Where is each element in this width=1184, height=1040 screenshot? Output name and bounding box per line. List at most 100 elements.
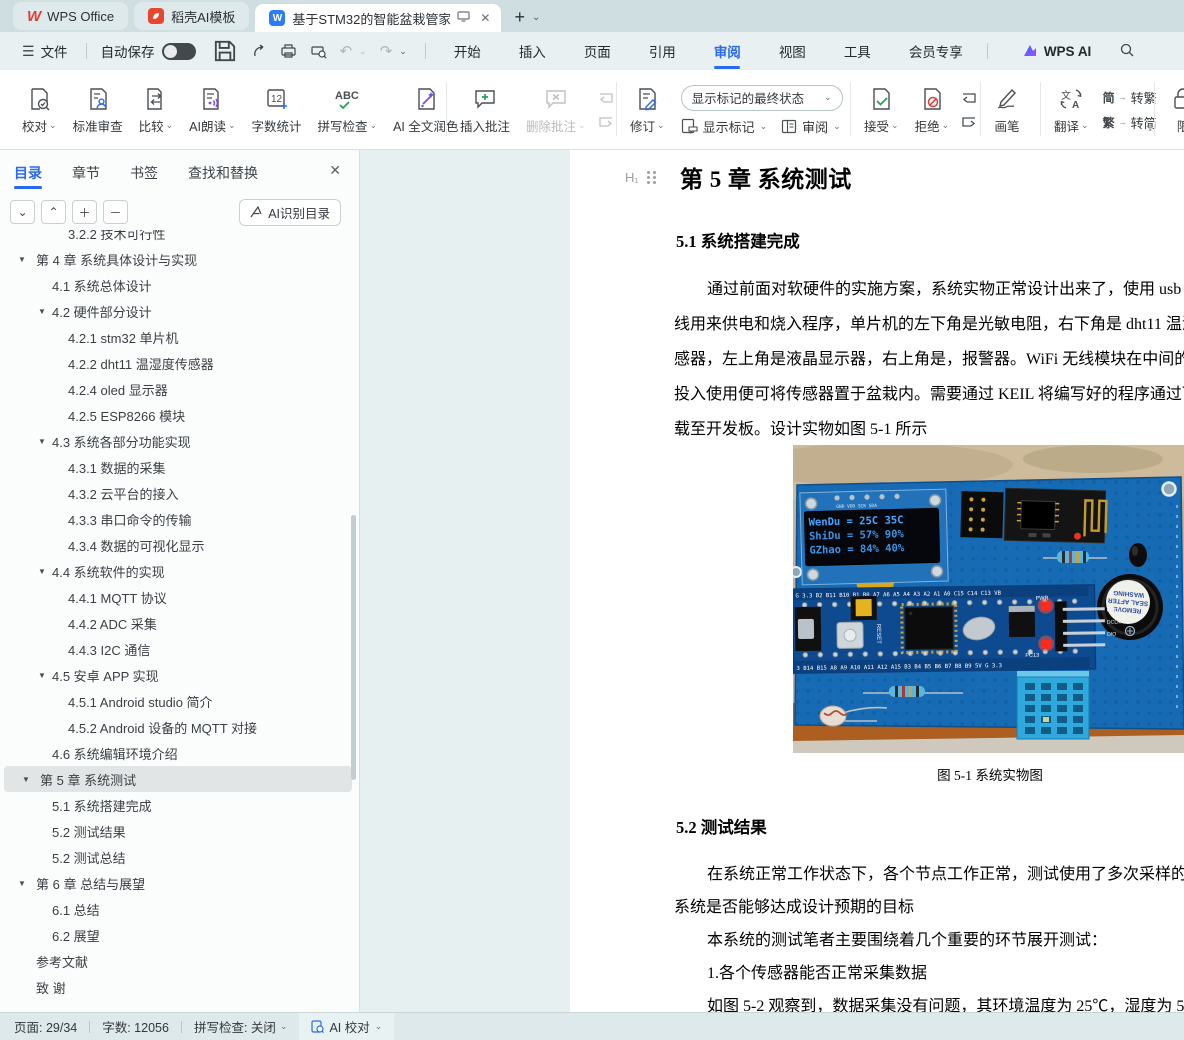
collapse-arrow-icon[interactable]: ▼ <box>22 775 30 784</box>
close-sidebar-icon[interactable]: ✕ <box>329 162 341 179</box>
redo-icon[interactable]: ↷ <box>380 42 393 60</box>
expand-down-button[interactable]: ⌄ <box>10 200 35 224</box>
review-pane-button[interactable]: 审阅⌄ <box>781 117 841 136</box>
toc-item[interactable]: 4.4.2 ADC 采集 <box>0 610 356 636</box>
toc-item[interactable]: 4.2.2 dht11 温湿度传感器 <box>0 350 356 376</box>
next-change-icon[interactable] <box>959 114 979 130</box>
tab-member[interactable]: 会员专享 <box>907 35 965 67</box>
brush-button[interactable]: 画笔 <box>986 82 1028 139</box>
toc-item[interactable]: ▼第 6 章 总结与展望 <box>0 870 356 896</box>
delete-comment-button[interactable]: 删除批注⌄ <box>518 82 594 139</box>
collapse-all-button[interactable]: － <box>103 200 128 224</box>
chevron-down-icon[interactable]: ⌄ <box>529 12 543 23</box>
tab-view[interactable]: 视图 <box>777 35 808 67</box>
print-icon[interactable] <box>280 43 297 59</box>
tab-tools[interactable]: 工具 <box>842 35 873 67</box>
toc-item[interactable]: 4.6 系统编辑环境介绍 <box>0 740 356 766</box>
toc-item[interactable]: 4.3.1 数据的采集 <box>0 454 356 480</box>
toc-item[interactable]: ▼4.2 硬件部分设计 <box>0 298 356 324</box>
toc-item[interactable]: 致 谢 <box>0 974 356 1000</box>
markup-state-dropdown[interactable]: 显示标记的最终状态 ⌄ <box>681 85 843 111</box>
collapse-arrow-icon[interactable]: ▼ <box>38 671 46 680</box>
tab-page[interactable]: 页面 <box>582 35 613 67</box>
toc-item[interactable]: ▼4.3 系统各部分功能实现 <box>0 428 356 454</box>
toc-item[interactable]: ▼第 4 章 系统具体设计与实现 <box>0 246 356 272</box>
group-expand-icon[interactable]: ↘ <box>1145 123 1153 134</box>
collapse-arrow-icon[interactable]: ▼ <box>18 879 26 888</box>
standard-review-button[interactable]: 标准审查 <box>65 82 131 139</box>
toc-item[interactable]: 4.2.4 oled 显示器 <box>0 376 356 402</box>
toc-item[interactable]: ▼4.4 系统软件的实现 <box>0 558 356 584</box>
tab-template[interactable]: 稻壳AI模板 <box>134 2 249 30</box>
toc-item[interactable]: 4.4.1 MQTT 协议 <box>0 584 356 610</box>
compare-button[interactable]: 比较⌄ <box>131 82 182 139</box>
quick-access-chevron-icon[interactable]: ⌄ <box>399 46 407 57</box>
toc-item[interactable]: 4.4.3 I2C 通信 <box>0 636 356 662</box>
tab-review[interactable]: 审阅 <box>712 35 743 67</box>
export-icon[interactable] <box>251 43 267 59</box>
undo-chevron-icon[interactable]: ⌄ <box>359 46 367 57</box>
toc-item[interactable]: 4.2.1 stm32 单片机 <box>0 324 356 350</box>
collapse-arrow-icon[interactable]: ▼ <box>38 307 46 316</box>
tab-wps-office[interactable]: W WPS Office <box>13 2 128 30</box>
toc-item[interactable]: 4.3.2 云平台的接入 <box>0 480 356 506</box>
toc-item[interactable]: 3.2.2 技术可行性 <box>0 230 356 246</box>
search-icon[interactable] <box>1119 42 1135 61</box>
sidebar-tab-chapters[interactable]: 章节 <box>72 153 100 191</box>
toc-item[interactable]: ▼第 5 章 系统测试 <box>4 766 352 792</box>
toc-item[interactable]: 4.2.5 ESP8266 模块 <box>0 402 356 428</box>
translate-button[interactable]: 文A 翻译⌄ <box>1046 82 1097 139</box>
autosave-toggle[interactable] <box>162 43 196 60</box>
sidebar-tab-toc[interactable]: 目录 <box>14 153 42 191</box>
collapse-arrow-icon[interactable]: ▼ <box>38 437 46 446</box>
drag-handle-icon[interactable] <box>647 171 657 184</box>
document-page[interactable]: H₁ 第 5 章 系统测试 5.1 系统搭建完成 通过前面对软硬件的实施方案，系… <box>570 150 1184 1040</box>
insert-comment-button[interactable]: 插入批注 <box>452 82 518 139</box>
collapse-arrow-icon[interactable]: ▼ <box>38 567 46 576</box>
track-changes-button[interactable]: 修订⌄ <box>622 82 673 139</box>
sidebar-tab-bookmarks[interactable]: 书签 <box>130 153 158 191</box>
show-markup-button[interactable]: 显示标记⌄ <box>681 117 768 136</box>
spellcheck-indicator[interactable]: 拼写检查: 关闭⌄ <box>194 1017 288 1036</box>
toc-item[interactable]: 4.1 系统总体设计 <box>0 272 356 298</box>
toc-item[interactable]: 5.2 测试结果 <box>0 818 356 844</box>
spell-check-button[interactable]: ABC 拼写检查⌄ <box>310 82 386 139</box>
accept-button[interactable]: 接受⌄ <box>856 82 907 139</box>
print-preview-icon[interactable] <box>310 43 327 59</box>
ai-recognize-toc-button[interactable]: AI识别目录 <box>239 199 341 226</box>
file-menu[interactable]: ☰ 文件 <box>12 41 78 61</box>
toc-item[interactable]: 4.3.4 数据的可视化显示 <box>0 532 356 558</box>
tab-reference[interactable]: 引用 <box>647 35 678 67</box>
new-tab-button[interactable]: + ⌄ <box>510 7 543 28</box>
ai-proofread-control[interactable]: AI 校对⌄ <box>299 1013 394 1040</box>
toc-item[interactable]: 4.5.2 Android 设备的 MQTT 对接 <box>0 714 356 740</box>
toc-item[interactable]: 参考文献 <box>0 948 356 974</box>
proofread-button[interactable]: 校对⌄ <box>14 82 65 139</box>
toc-item[interactable]: 4.5.1 Android studio 简介 <box>0 688 356 714</box>
word-count-indicator[interactable]: 字数: 12056 <box>102 1017 169 1036</box>
tab-home[interactable]: 开始 <box>452 35 483 67</box>
tab-document-active[interactable]: W 基于STM32的智能盆栽管家系统 ✕ <box>255 4 501 32</box>
restrict-edit-button[interactable]: 限 <box>1162 82 1184 139</box>
toc-item[interactable]: 6.1 总结 <box>0 896 356 922</box>
sidebar-tab-find-replace[interactable]: 查找和替换 <box>188 153 258 191</box>
collapse-up-button[interactable]: ⌃ <box>41 200 66 224</box>
toc-item[interactable]: 5.1 系统搭建完成 <box>0 792 356 818</box>
to-traditional-button[interactable]: 简→ 转繁 <box>1103 88 1157 107</box>
undo-icon[interactable]: ↶ <box>340 42 353 60</box>
toc-item[interactable]: 6.2 展望 <box>0 922 356 948</box>
wps-ai-button[interactable]: WPS AI <box>1022 44 1092 59</box>
toc-item[interactable]: 5.2 测试总结 <box>0 844 356 870</box>
toc-item[interactable]: ▼4.5 安卓 APP 实现 <box>0 662 356 688</box>
prev-comment-icon[interactable] <box>596 90 616 106</box>
next-comment-icon[interactable] <box>596 114 616 130</box>
prev-change-icon[interactable] <box>959 90 979 106</box>
reject-button[interactable]: 拒绝⌄ <box>907 82 958 139</box>
ai-read-button[interactable]: AI朗读⌄ <box>181 82 243 139</box>
screen-share-icon[interactable] <box>457 11 470 25</box>
close-tab-icon[interactable]: ✕ <box>477 11 493 25</box>
page-indicator[interactable]: 页面: 29/34 <box>14 1017 77 1036</box>
sidebar-scrollbar[interactable] <box>351 515 356 780</box>
expand-all-button[interactable]: ＋ <box>72 200 97 224</box>
collapse-arrow-icon[interactable]: ▼ <box>18 255 26 264</box>
